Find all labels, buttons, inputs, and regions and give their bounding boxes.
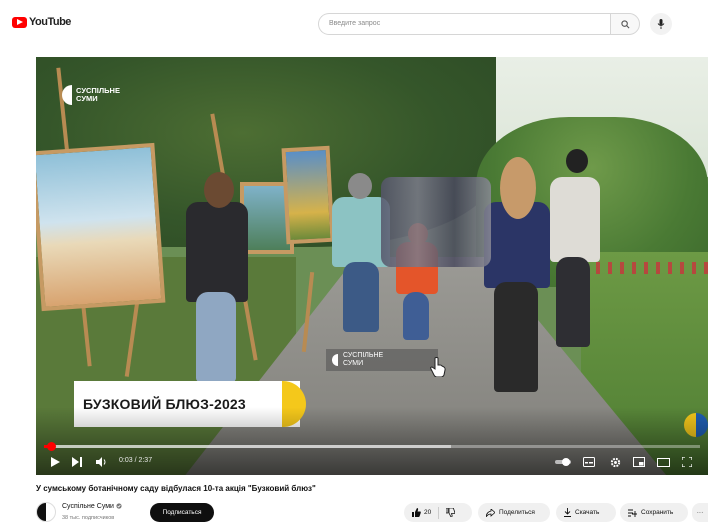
search-input[interactable]: Введите запрос [318, 13, 610, 35]
autoplay-toggle-icon [555, 458, 571, 466]
visitor-photographer-trousers [556, 257, 590, 347]
suspilne-logo-icon [332, 354, 338, 366]
verified-icon [116, 503, 122, 509]
autoplay-toggle[interactable] [554, 455, 572, 469]
suspilne-overlay: СУСПІЛЬНЕ СУМИ [326, 349, 438, 371]
child-jeans [403, 292, 429, 340]
share-button[interactable]: Поделиться [478, 503, 550, 522]
progress-bar[interactable] [44, 442, 700, 451]
video-title: У сумському ботанічному саду відбулася 1… [36, 484, 316, 493]
like-divider [438, 506, 440, 519]
theater-mode-icon [656, 457, 670, 467]
search-button[interactable] [610, 13, 640, 35]
save-button[interactable]: Сохранить [620, 503, 688, 522]
suspilne-logo-icon [62, 85, 72, 105]
like-button[interactable]: 20 [412, 508, 431, 517]
channel-name[interactable]: Суспільне Суми [62, 503, 122, 510]
visitor-head [348, 173, 372, 199]
still-life-painting [36, 142, 166, 312]
flowers-painting [281, 145, 335, 245]
thumbs-down-icon[interactable] [446, 508, 456, 517]
channel-watermark: СУСПІЛЬНЕ СУМИ [62, 85, 120, 105]
overlay-line1: СУСПІЛЬНЕ [343, 352, 384, 359]
download-icon [564, 508, 571, 517]
miniplayer-icon [633, 457, 645, 467]
skip-next-icon [72, 457, 82, 467]
top-bar: YouTube Введите запрос [0, 0, 708, 50]
miniplayer-button[interactable] [630, 455, 648, 469]
next-button[interactable] [68, 455, 86, 469]
crowd-background [381, 177, 491, 267]
share-label: Поделиться [499, 509, 535, 516]
fullscreen-button[interactable] [678, 455, 696, 469]
save-label: Сохранить [641, 509, 674, 516]
voice-search-button[interactable] [650, 13, 672, 35]
video-player[interactable]: СУСПІЛЬНЕ СУМИ СУСПІЛЬНЕ СУМИ БУЗКОВИЙ Б… [36, 57, 708, 475]
more-actions-button[interactable]: ··· [692, 503, 708, 522]
gear-icon [610, 457, 620, 467]
time-current: 0:03 [119, 457, 133, 464]
theater-mode-button[interactable] [654, 455, 672, 469]
download-button[interactable]: Скачать [556, 503, 616, 522]
channel-avatar[interactable] [36, 502, 56, 522]
youtube-logo[interactable]: YouTube [12, 16, 71, 28]
progress-buffered [44, 445, 451, 448]
volume-icon [95, 457, 105, 467]
like-dislike-group: 20 [404, 503, 472, 522]
visitor-black-trousers [494, 282, 538, 392]
video-tulips [596, 262, 708, 274]
subscriber-count: 38 тыс. подписчиков [62, 515, 115, 521]
logo-text: YouTube [29, 16, 71, 28]
search-icon [620, 19, 629, 28]
visitor-hair [204, 172, 234, 208]
microphone-icon [657, 19, 665, 29]
fullscreen-icon [682, 457, 692, 467]
subtitles-button[interactable] [580, 455, 598, 469]
channel-name-text: Суспільне Суми [62, 503, 114, 510]
time-display: 0:03 / 2:37 [119, 457, 152, 464]
settings-button[interactable] [606, 455, 624, 469]
like-count: 20 [424, 509, 432, 516]
subtitles-icon [583, 457, 595, 467]
visitor-photographer-head [566, 149, 588, 173]
volume-button[interactable] [92, 455, 110, 469]
play-button[interactable] [46, 455, 64, 469]
download-label: Скачать [575, 509, 600, 516]
share-icon [486, 508, 495, 517]
time-total: 2:37 [138, 457, 153, 464]
visitor-photographer [550, 177, 600, 262]
more-actions-label: ··· [696, 509, 704, 516]
visitor-jeans [196, 292, 236, 382]
hand-cursor-icon [430, 357, 446, 377]
play-icon [50, 457, 60, 467]
subscribe-button[interactable]: Подписаться [150, 503, 214, 522]
visitor-turquoise-jeans [343, 262, 379, 332]
youtube-play-icon [12, 16, 27, 28]
overlay-line2: СУМИ [343, 360, 364, 367]
playlist-add-icon [628, 509, 637, 517]
thumbs-up-icon [412, 508, 421, 517]
visitor-long-hair [500, 157, 536, 219]
watermark-line2: СУМИ [76, 94, 98, 103]
visitor-woman-black [186, 202, 248, 302]
